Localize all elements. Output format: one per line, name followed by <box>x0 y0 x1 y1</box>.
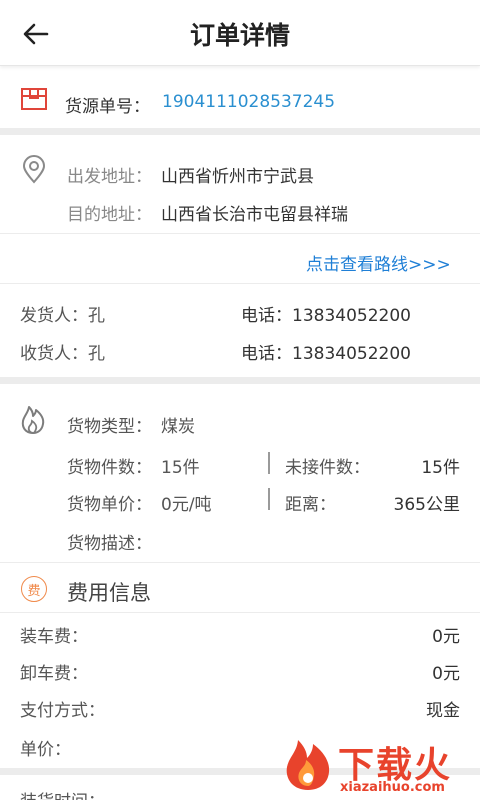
receiver-phone[interactable]: 电话：13834052200 <box>241 339 411 364</box>
unreceived-count-label: 未接件数： <box>285 458 370 478</box>
shipper-phone[interactable]: 电话：13834052200 <box>241 301 411 326</box>
goods-count-value: 15件 <box>161 458 200 478</box>
divider <box>0 612 480 613</box>
divider <box>0 233 480 234</box>
payment-method-value: 现金 <box>426 701 460 721</box>
to-address-label: 目的地址： <box>67 205 152 225</box>
app-header: 订单详情 <box>0 0 480 66</box>
flame-logo-icon <box>286 740 330 790</box>
from-address-label: 出发地址： <box>67 167 152 187</box>
unit-price-label: 单价： <box>20 740 71 760</box>
loading-time-label: 装货时间： <box>20 787 105 800</box>
receiver-label: 收货人：孔 <box>20 344 105 364</box>
page-title: 订单详情 <box>189 21 290 50</box>
payment-method-label: 支付方式： <box>20 701 105 721</box>
distance-value: 365公里 <box>393 495 460 515</box>
unreceived-count-value: 15件 <box>421 458 460 478</box>
divider <box>0 562 480 563</box>
divider <box>0 283 480 284</box>
distance-label: 距离： <box>285 495 336 515</box>
goods-type-value: 煤炭 <box>161 417 195 437</box>
shipper-label: 发货人：孔 <box>20 306 105 326</box>
goods-description-label: 货物描述： <box>67 534 152 554</box>
unloading-fee-label: 卸车费： <box>20 664 88 684</box>
goods-price-label: 货物单价： <box>67 495 152 515</box>
view-route-link[interactable]: 点击查看路线>>> <box>306 250 451 275</box>
flame-icon <box>21 406 45 434</box>
section-divider <box>0 377 480 384</box>
from-address-value: 山西省忻州市宁武县 <box>161 167 314 187</box>
watermark-logo: 下载火 xiazaihuo.com <box>280 730 480 800</box>
package-icon <box>21 88 47 110</box>
watermark-domain: xiazaihuo.com <box>340 780 445 795</box>
loading-fee-label: 装车费： <box>20 627 88 647</box>
location-pin-icon <box>22 155 46 184</box>
fee-icon-char: 费 <box>27 583 41 599</box>
source-number-label: 货源单号： <box>65 97 150 117</box>
source-number-value[interactable]: 1904111028537245 <box>162 92 335 112</box>
fee-section-title: 费用信息 <box>67 581 151 605</box>
column-divider <box>268 488 270 510</box>
column-divider <box>268 452 270 474</box>
section-divider <box>0 128 480 135</box>
unloading-fee-value: 0元 <box>432 664 460 684</box>
goods-count-label: 货物件数： <box>67 458 152 478</box>
fee-icon: 费 <box>21 576 47 602</box>
goods-price-value: 0元/吨 <box>161 495 212 515</box>
goods-type-label: 货物类型： <box>67 417 152 437</box>
to-address-value: 山西省长治市屯留县祥瑞 <box>161 205 348 225</box>
loading-fee-value: 0元 <box>432 627 460 647</box>
